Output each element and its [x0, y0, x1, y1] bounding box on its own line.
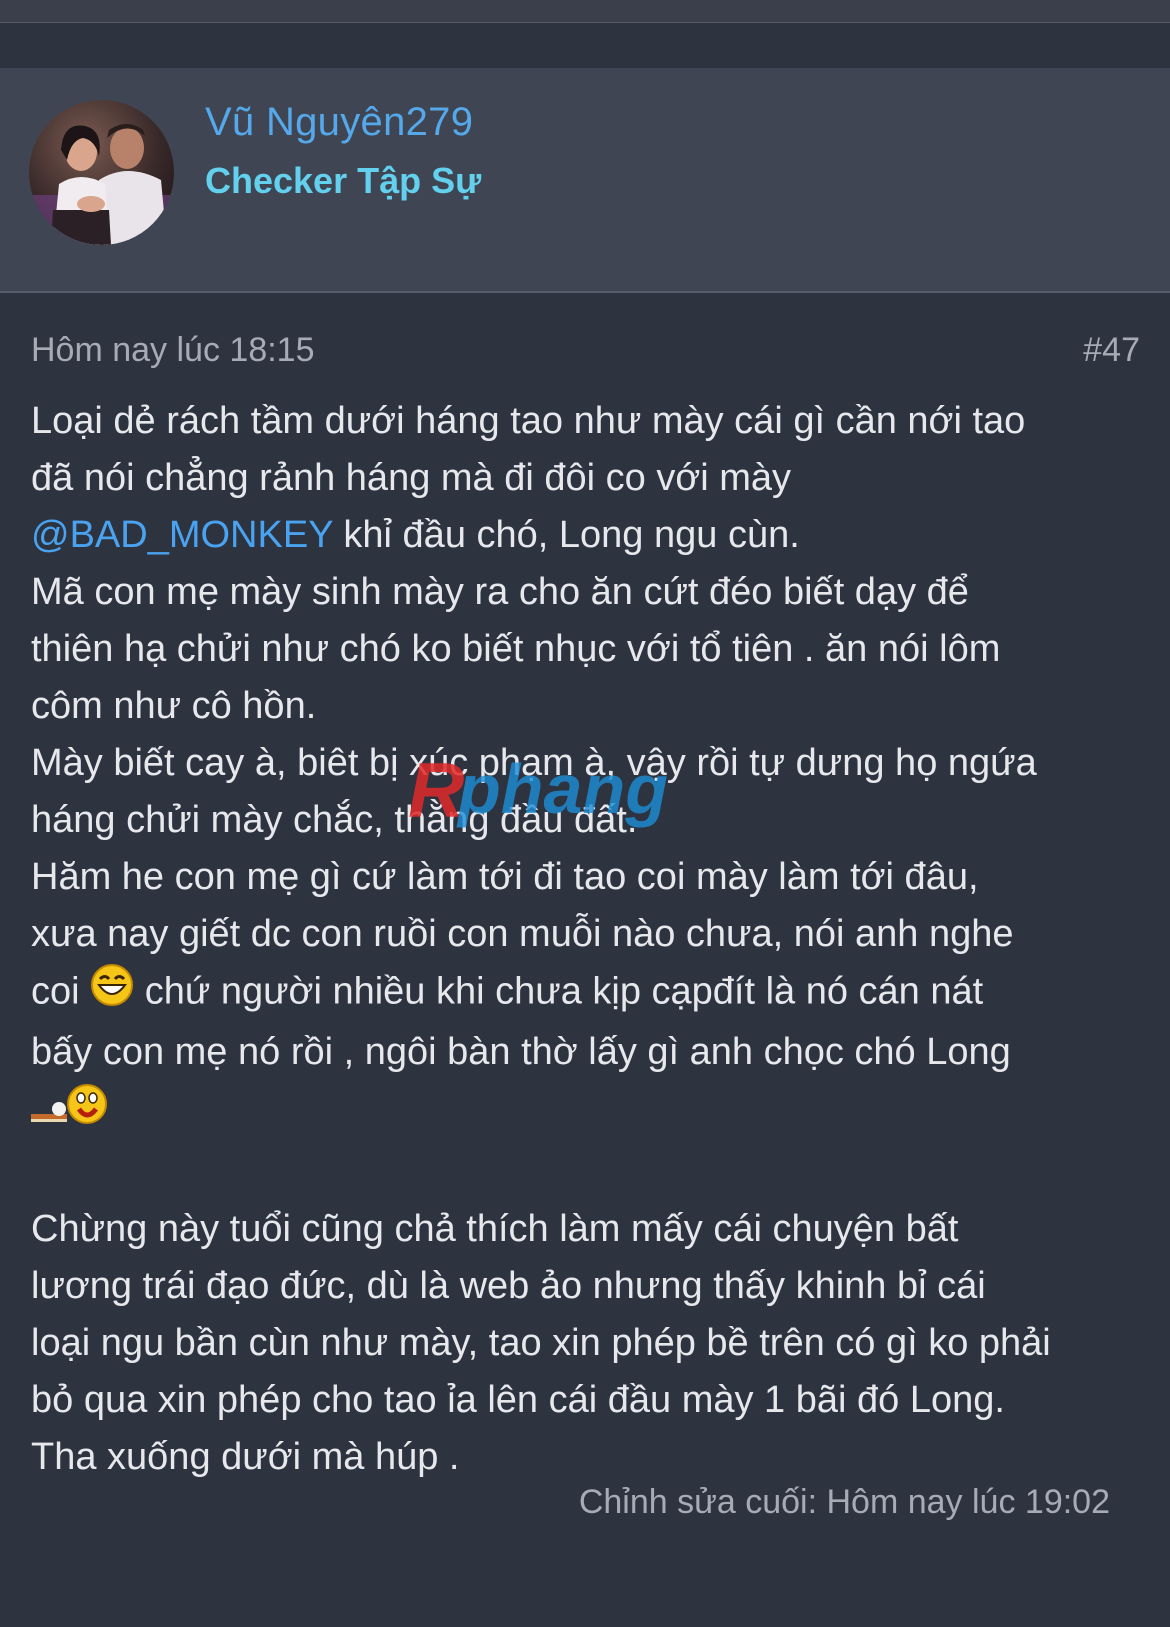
post-line — [31, 1081, 1146, 1144]
post-line: thiên hạ chửi như chó ko biết nhục với t… — [31, 628, 1001, 670]
post-line: xưa nay giết dc con ruồi con muỗi nào ch… — [31, 913, 1014, 955]
laughing-emoji-icon — [90, 963, 134, 1024]
post: Hôm nay lúc 18:15 #47 Loại dẻ rách tầm d… — [0, 293, 1170, 1627]
post-text: chứ người nhiều khi chưa kịp cạpđít là n… — [134, 970, 984, 1013]
post-line: Chừng này tuổi cũng chả thích làm mấy cá… — [31, 1208, 959, 1250]
post-line: bấy con mẹ nó rồi , ngôi bàn thờ lấy gì … — [31, 1031, 1011, 1073]
user-mention-link[interactable]: @BAD_MONKEY — [31, 514, 333, 556]
post-line: đã nói chẳng rảnh háng mà đi đôi co với … — [31, 457, 792, 499]
post-line: bỏ qua xin phép cho tao ỉa lên cái đầu m… — [31, 1379, 1005, 1421]
avatar-photo — [29, 100, 174, 245]
spacer — [0, 23, 1170, 68]
post-timestamp[interactable]: Hôm nay lúc 18:15 — [31, 331, 315, 370]
user-title: Checker Tập Sự — [205, 160, 482, 201]
avatar[interactable] — [29, 100, 174, 245]
post-line: Tha xuống dưới mà húp . — [31, 1436, 460, 1478]
post-line: coi chứ người nhiều khi chưa kịp cạpđít … — [31, 963, 1146, 1024]
top-toolbar-edge — [0, 0, 1170, 23]
username[interactable]: Vũ Nguyên279 — [205, 100, 473, 145]
smoking-emoji-icon — [31, 1081, 113, 1144]
post-author-header: Vũ Nguyên279 Checker Tập Sự — [0, 68, 1170, 293]
post-line: Mày biết cay à, biêt bị xúc phạm à, vậy … — [31, 742, 1037, 784]
post-text: coi — [31, 970, 91, 1013]
last-edited-note: Chỉnh sửa cuối: Hôm nay lúc 19:02 — [578, 1483, 1110, 1521]
post-line: háng chửi mày chắc, thằng đầu đất. — [31, 799, 638, 841]
post-body: Loại dẻ rách tầm dưới háng tao như mày c… — [31, 393, 1146, 1486]
post-line: côm như cô hồn. — [31, 685, 317, 727]
post-line: Mã con mẹ mày sinh mày ra cho ăn cứt đéo… — [31, 571, 969, 613]
post-line: lương trái đạo đức, dù là web ảo nhưng t… — [31, 1265, 986, 1307]
post-text: khỉ đầu chó, Long ngu cùn. — [332, 514, 800, 556]
post-number[interactable]: #47 — [1083, 331, 1140, 370]
post-line: loại ngu bần cùn như mày, tao xin phép b… — [31, 1322, 1051, 1364]
post-line: Hăm he con mẹ gì cứ làm tới đi tao coi m… — [31, 856, 979, 898]
post-line: @BAD_MONKEY khỉ đầu chó, Long ngu cùn. — [31, 507, 1146, 564]
post-line: Loại dẻ rách tầm dưới háng tao như mày c… — [31, 400, 1026, 442]
